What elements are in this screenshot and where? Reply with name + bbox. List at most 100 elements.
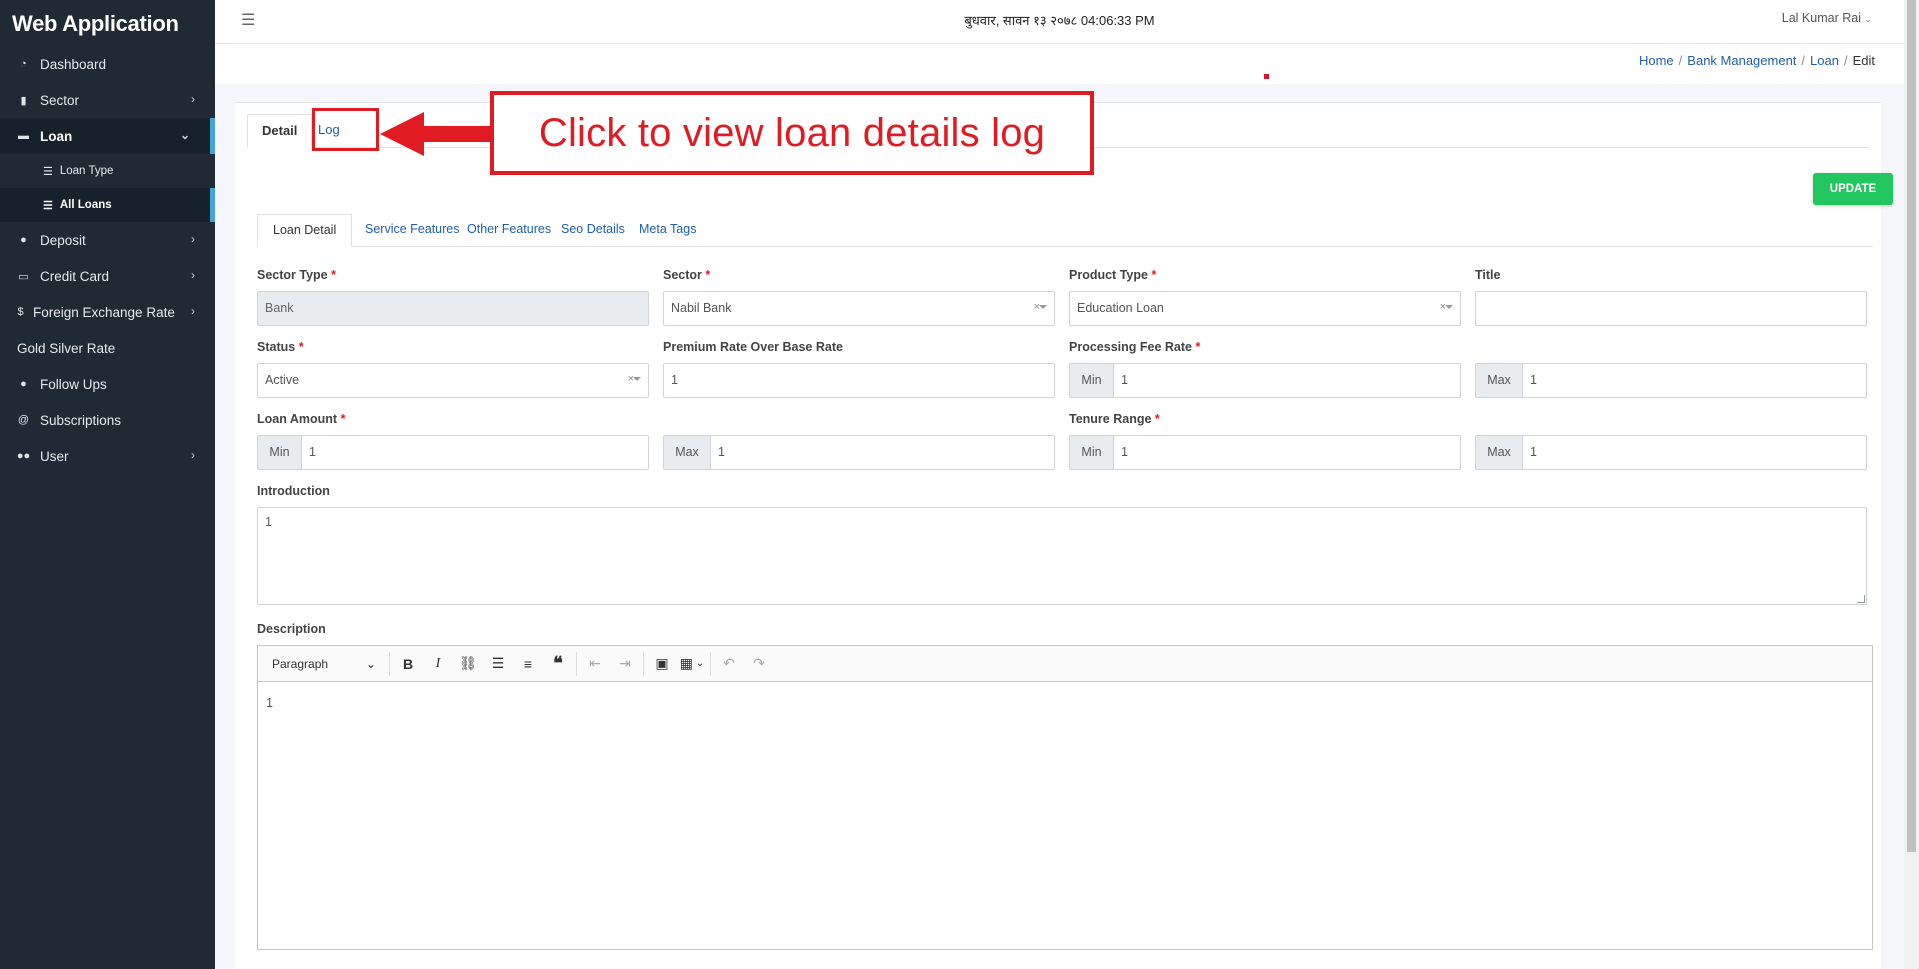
- status-label: Status *: [257, 340, 304, 354]
- user-menu[interactable]: Lal Kumar Rai ⌄: [1782, 11, 1872, 25]
- breadcrumb-bank-management[interactable]: Bank Management: [1687, 53, 1796, 68]
- chevron-right-icon: ›: [191, 232, 195, 246]
- description-label: Description: [257, 622, 326, 636]
- sidebar-item-label: Credit Card: [40, 268, 110, 284]
- breadcrumb-home[interactable]: Home: [1639, 53, 1674, 68]
- bold-icon[interactable]: B: [395, 651, 421, 677]
- top-bar: ☰ बुधवार, सावन १३ २०७८ 04:06:33 PM Lal K…: [215, 0, 1904, 44]
- tenure-min-input[interactable]: 1: [1113, 435, 1461, 470]
- dropdown-arrow-icon: [1445, 305, 1453, 309]
- link-icon[interactable]: ⛓: [455, 651, 481, 677]
- sidebar-item-label: Loan: [40, 128, 73, 144]
- sidebar-item-deposit[interactable]: ● Deposit ›: [0, 222, 215, 258]
- loan-amount-max-addon: Max: [663, 435, 711, 470]
- title-input[interactable]: [1475, 291, 1867, 326]
- dropdown-arrow-icon: [633, 377, 641, 381]
- status-select[interactable]: Active ×: [257, 363, 649, 398]
- dropdown-arrow-icon: [1039, 305, 1047, 309]
- at-icon: @: [17, 414, 30, 426]
- list-icon: ☰: [43, 199, 53, 212]
- scrollbar-thumb[interactable]: [1907, 0, 1916, 852]
- page-scrollbar[interactable]: [1904, 0, 1919, 969]
- redo-icon[interactable]: ↷: [746, 651, 772, 677]
- dollar-icon: $: [17, 306, 24, 318]
- chevron-right-icon: ›: [191, 92, 195, 106]
- bulleted-list-icon[interactable]: ☰: [485, 651, 511, 677]
- annotation-callout: Click to view loan details log: [490, 91, 1094, 175]
- chevron-right-icon: ›: [191, 448, 195, 462]
- sidebar-item-all-loans[interactable]: ☰ All Loans: [0, 188, 215, 222]
- sidebar-item-subscriptions[interactable]: @ Subscriptions: [0, 402, 215, 438]
- loan-edit-card: Detail Log UPDATE Loan Detail Service Fe…: [235, 102, 1893, 969]
- resize-grip-icon[interactable]: [1857, 595, 1865, 603]
- loan-amount-min-input[interactable]: 1: [301, 435, 649, 470]
- sidebar-item-follow-ups[interactable]: ● Follow Ups: [0, 366, 215, 402]
- chevron-down-icon: ⌄: [179, 128, 190, 142]
- paragraph-format-dropdown[interactable]: Paragraph ⌄: [266, 651, 384, 677]
- red-marker-dot: [1264, 74, 1269, 79]
- breadcrumb-loan[interactable]: Loan: [1810, 53, 1839, 68]
- tab-loan-detail[interactable]: Loan Detail: [257, 214, 353, 247]
- description-editor-body[interactable]: 1: [258, 682, 1872, 724]
- loan-amount-max-input[interactable]: 1: [710, 435, 1055, 470]
- premium-rate-label: Premium Rate Over Base Rate: [663, 340, 843, 354]
- outdent-icon[interactable]: ⇤: [582, 651, 608, 677]
- sidebar-item-dashboard[interactable]: ◔ Dashboard: [0, 46, 215, 82]
- sidebar: Web Application ◔ Dashboard ▮ Sector › ▬…: [0, 0, 215, 969]
- introduction-textarea[interactable]: 1: [257, 507, 1867, 605]
- sidebar-item-label: Sector: [40, 92, 80, 108]
- tab-detail[interactable]: Detail: [247, 114, 313, 148]
- sidebar-item-sector[interactable]: ▮ Sector ›: [0, 82, 215, 118]
- app-window: Web Application ◔ Dashboard ▮ Sector › ▬…: [0, 0, 1919, 969]
- chevron-right-icon: ›: [191, 304, 195, 318]
- product-type-select[interactable]: Education Loan ×: [1069, 291, 1461, 326]
- sidebar-item-label: Loan Type: [59, 165, 114, 177]
- processing-fee-min-input[interactable]: 1: [1113, 363, 1461, 398]
- sidebar-item-loan-type[interactable]: ☰ Loan Type: [0, 154, 215, 188]
- user-name: Lal Kumar Rai: [1781, 11, 1861, 25]
- sidebar-item-gold-silver-rate[interactable]: Gold Silver Rate: [0, 330, 215, 366]
- nepali-datetime: बुधवार, सावन १३ २०७८ 04:06:33 PM: [964, 13, 1155, 28]
- loan-amount-label: Loan Amount *: [257, 412, 346, 426]
- undo-icon[interactable]: ↶: [716, 651, 742, 677]
- breadcrumb: Home / Bank Management / Loan / Edit: [1638, 53, 1875, 68]
- sidebar-item-user[interactable]: ●● User ›: [0, 438, 215, 474]
- title-label: Title: [1475, 268, 1501, 282]
- sidebar-item-foreign-exchange-rate[interactable]: $ Foreign Exchange Rate ›: [0, 294, 215, 330]
- sidebar-item-label: Gold Silver Rate: [17, 340, 116, 356]
- table-icon[interactable]: ▦ ⌄: [679, 651, 705, 677]
- indent-icon[interactable]: ⇥: [612, 651, 638, 677]
- introduction-label: Introduction: [257, 484, 330, 498]
- tab-meta-tags[interactable]: Meta Tags: [624, 214, 711, 247]
- sidebar-item-loan[interactable]: ▬ Loan ⌄: [0, 118, 215, 154]
- tenure-max-input[interactable]: 1: [1522, 435, 1867, 470]
- app-title: Web Application: [12, 11, 179, 36]
- loan-amount-min-addon: Min: [257, 435, 302, 470]
- sidebar-item-credit-card[interactable]: ▭ Credit Card ›: [0, 258, 215, 294]
- update-button[interactable]: UPDATE: [1813, 173, 1893, 205]
- sector-type-field: Bank: [257, 291, 649, 326]
- inner-tabs: Loan Detail Service Features Other Featu…: [257, 214, 1873, 247]
- sidebar-item-label: All Loans: [59, 199, 112, 211]
- premium-rate-input[interactable]: 1: [663, 363, 1055, 398]
- blockquote-icon[interactable]: ❝: [545, 651, 571, 677]
- italic-icon[interactable]: I: [425, 651, 451, 677]
- numbered-list-icon[interactable]: ≡: [515, 651, 541, 677]
- tenure-range-label: Tenure Range *: [1069, 412, 1160, 426]
- sidebar-item-label: Follow Ups: [40, 376, 107, 392]
- caret-down-icon: ⌄: [1864, 14, 1872, 24]
- users-icon: ●●: [16, 450, 31, 462]
- product-type-value: Education Loan: [1077, 301, 1164, 315]
- sidebar-item-label: Dashboard: [40, 56, 107, 72]
- processing-min-addon: Min: [1069, 363, 1114, 398]
- product-type-label: Product Type *: [1069, 268, 1157, 282]
- loan-card-icon: ▬: [18, 130, 29, 142]
- sidebar-item-label: User: [40, 448, 69, 464]
- sector-select[interactable]: Nabil Bank ×: [663, 291, 1055, 326]
- chevron-down-icon: ⌄: [365, 656, 376, 671]
- sector-icon: ▮: [20, 94, 27, 107]
- processing-max-addon: Max: [1475, 363, 1523, 398]
- processing-fee-max-input[interactable]: 1: [1522, 363, 1867, 398]
- image-icon[interactable]: ▣: [649, 651, 675, 677]
- status-value: Active: [265, 373, 300, 387]
